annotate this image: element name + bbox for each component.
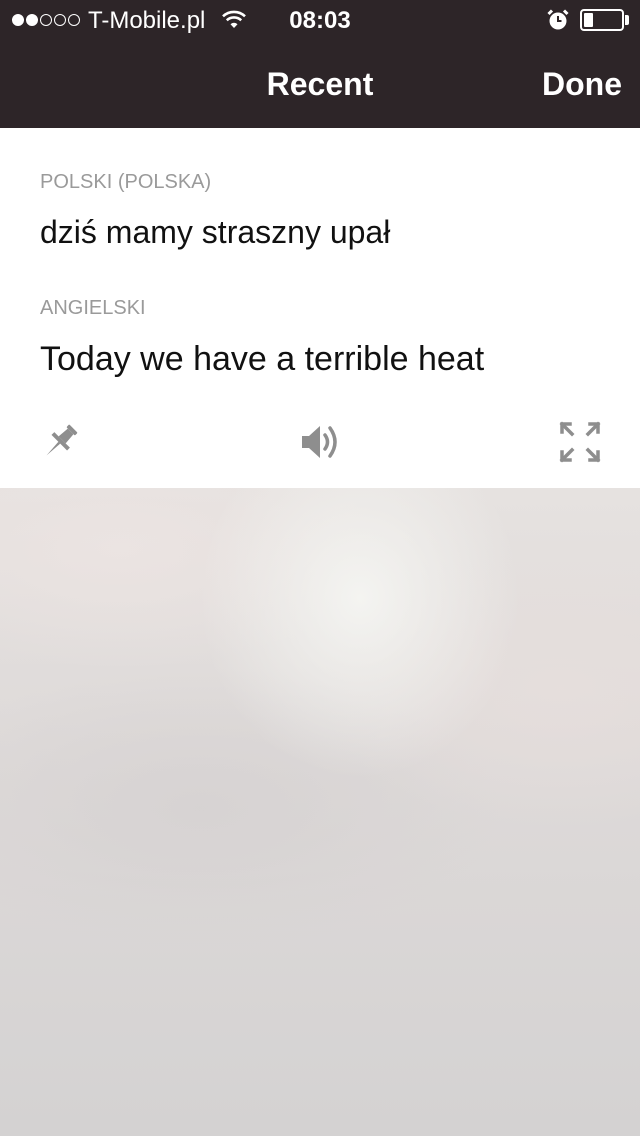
battery-tip <box>625 15 629 25</box>
translation-card: POLSKI (POLSKA) dziś mamy straszny upał … <box>0 128 640 488</box>
alarm-clock-icon <box>547 9 569 30</box>
status-bar: T-Mobile.pl 08:03 <box>0 0 640 40</box>
battery-level <box>584 13 593 27</box>
done-button[interactable]: Done <box>542 64 622 104</box>
expand-icon[interactable] <box>558 420 602 464</box>
blurred-camera-background <box>0 488 640 1136</box>
source-language-label: POLSKI (POLSKA) <box>40 171 212 193</box>
target-language-label: ANGIELSKI <box>40 297 146 319</box>
top-bar: T-Mobile.pl 08:03 Recent Done <box>0 0 640 128</box>
battery-icon <box>580 9 624 31</box>
speaker-icon[interactable] <box>298 420 342 464</box>
clock: 08:03 <box>289 7 351 34</box>
source-text: dziś mamy straszny upał <box>40 214 391 250</box>
pin-icon[interactable] <box>38 420 82 464</box>
translated-text: Today we have a terrible heat <box>40 340 485 378</box>
